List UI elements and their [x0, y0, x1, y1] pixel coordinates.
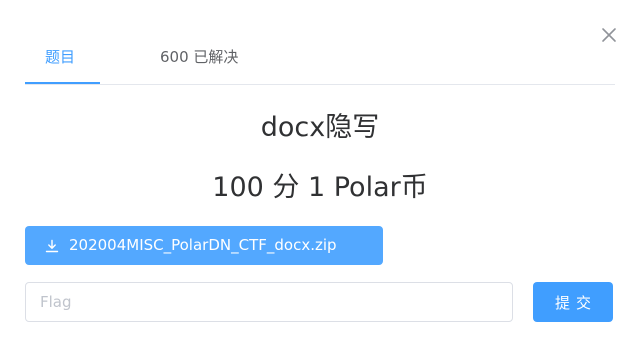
attachment-filename: 202004MISC_PolarDN_CTF_docx.zip — [69, 236, 337, 254]
active-tab-indicator — [25, 82, 100, 84]
download-attachment-button[interactable]: 202004MISC_PolarDN_CTF_docx.zip — [25, 226, 383, 265]
flag-input[interactable] — [25, 282, 513, 322]
tab-bar: 题目 600 已解决 — [25, 38, 615, 85]
challenge-dialog: 题目 600 已解决 docx隐写 100 分 1 Polar币 202004M… — [0, 0, 640, 339]
challenge-title: docx隐写 — [260, 112, 380, 143]
tab-solved[interactable]: 600 已解决 — [160, 38, 238, 84]
submit-button[interactable]: 提交 — [533, 282, 613, 322]
challenge-points: 100 分 1 Polar币 — [212, 172, 428, 203]
download-icon — [45, 239, 59, 253]
tab-problem[interactable]: 题目 — [45, 38, 75, 84]
